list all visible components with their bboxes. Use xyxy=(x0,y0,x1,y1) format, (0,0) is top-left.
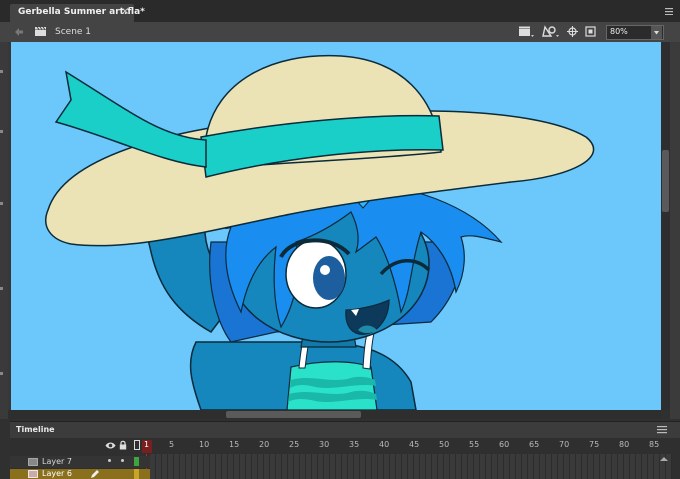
zoom-select[interactable]: 80% xyxy=(606,25,664,40)
frame-number: 55 xyxy=(469,440,480,449)
eye-highlight xyxy=(320,265,330,275)
horizontal-scroll-thumb[interactable] xyxy=(226,411,361,418)
horizontal-scrollbar[interactable] xyxy=(8,410,661,419)
clip-to-stage-icon[interactable] xyxy=(585,26,596,37)
back-arrow-icon[interactable] xyxy=(14,27,24,37)
close-tab-icon[interactable]: × xyxy=(121,6,129,17)
frame-number: 20 xyxy=(259,440,270,449)
edit-bar: Scene 1 80% xyxy=(0,22,680,42)
stage-pasteboard xyxy=(8,42,661,410)
vertical-scrollbar[interactable] xyxy=(661,42,670,410)
visibility-dot[interactable] xyxy=(108,459,111,462)
left-panel-edge xyxy=(0,42,8,419)
frame-number: 70 xyxy=(559,440,570,449)
zoom-dropdown-arrow[interactable] xyxy=(651,26,662,39)
outline-toggle-icon[interactable] xyxy=(134,440,140,450)
timeline-body: 1 5 10 15 20 25 30 35 40 45 50 55 60 65 … xyxy=(10,438,680,479)
document-tab[interactable]: Gerbella Summer art.fla* × xyxy=(10,4,145,22)
timeline-menu-icon[interactable] xyxy=(657,426,667,434)
edit-symbols-icon[interactable] xyxy=(542,25,560,38)
frame-number: 85 xyxy=(649,440,660,449)
frame-number: 45 xyxy=(409,440,420,449)
playhead-marker[interactable]: 1 xyxy=(142,440,152,453)
layer-icon xyxy=(28,458,38,466)
chevron-up-icon xyxy=(660,457,668,461)
right-panel-edge xyxy=(670,42,680,419)
document-tab-bar: Gerbella Summer art.fla* × xyxy=(0,0,680,22)
frame-number: 5 xyxy=(169,440,175,449)
layer-name[interactable]: Layer 6 xyxy=(42,469,72,478)
timeline-panel-header: Timeline xyxy=(10,421,680,438)
frame-number: 65 xyxy=(529,440,540,449)
frame-number: 15 xyxy=(229,440,240,449)
pencil-icon xyxy=(91,470,99,478)
eye-iris xyxy=(313,256,345,300)
character-artwork xyxy=(45,54,595,410)
frame-number: 80 xyxy=(619,440,630,449)
scene-clapper-icon xyxy=(35,26,46,36)
frame-number: 10 xyxy=(199,440,210,449)
layer-color-swatch[interactable] xyxy=(134,469,139,479)
scene-label[interactable]: Scene 1 xyxy=(55,27,91,37)
frame-number: 35 xyxy=(349,440,360,449)
frame-number: 40 xyxy=(379,440,390,449)
chevron-down-icon xyxy=(654,31,659,35)
frame-number: 30 xyxy=(319,440,330,449)
layer-row-selected[interactable]: Layer 6 xyxy=(10,469,150,479)
vertical-scroll-thumb[interactable] xyxy=(662,150,669,212)
layer-row[interactable]: Layer 7 xyxy=(10,456,150,468)
frame-number: 50 xyxy=(439,440,450,449)
show-hide-eye-icon[interactable] xyxy=(105,441,116,450)
layer-icon xyxy=(28,470,38,478)
lock-icon[interactable] xyxy=(119,440,127,450)
frame-number: 75 xyxy=(589,440,600,449)
snap-to-object-icon[interactable] xyxy=(567,26,578,37)
frame-number: 25 xyxy=(289,440,300,449)
panel-menu-icon[interactable] xyxy=(665,8,673,15)
zoom-value: 80% xyxy=(610,27,628,36)
edit-scene-icon[interactable] xyxy=(518,26,535,38)
layer-name[interactable]: Layer 7 xyxy=(42,457,72,466)
stage[interactable] xyxy=(11,42,661,410)
frame-number: 60 xyxy=(499,440,510,449)
current-frame-number: 1 xyxy=(144,440,150,449)
timeline-title[interactable]: Timeline xyxy=(16,425,55,434)
timeline-expand-icon[interactable] xyxy=(658,455,670,461)
layer-color-swatch[interactable] xyxy=(134,457,139,466)
lock-dot[interactable] xyxy=(121,459,124,462)
frame-grid[interactable] xyxy=(146,454,672,479)
